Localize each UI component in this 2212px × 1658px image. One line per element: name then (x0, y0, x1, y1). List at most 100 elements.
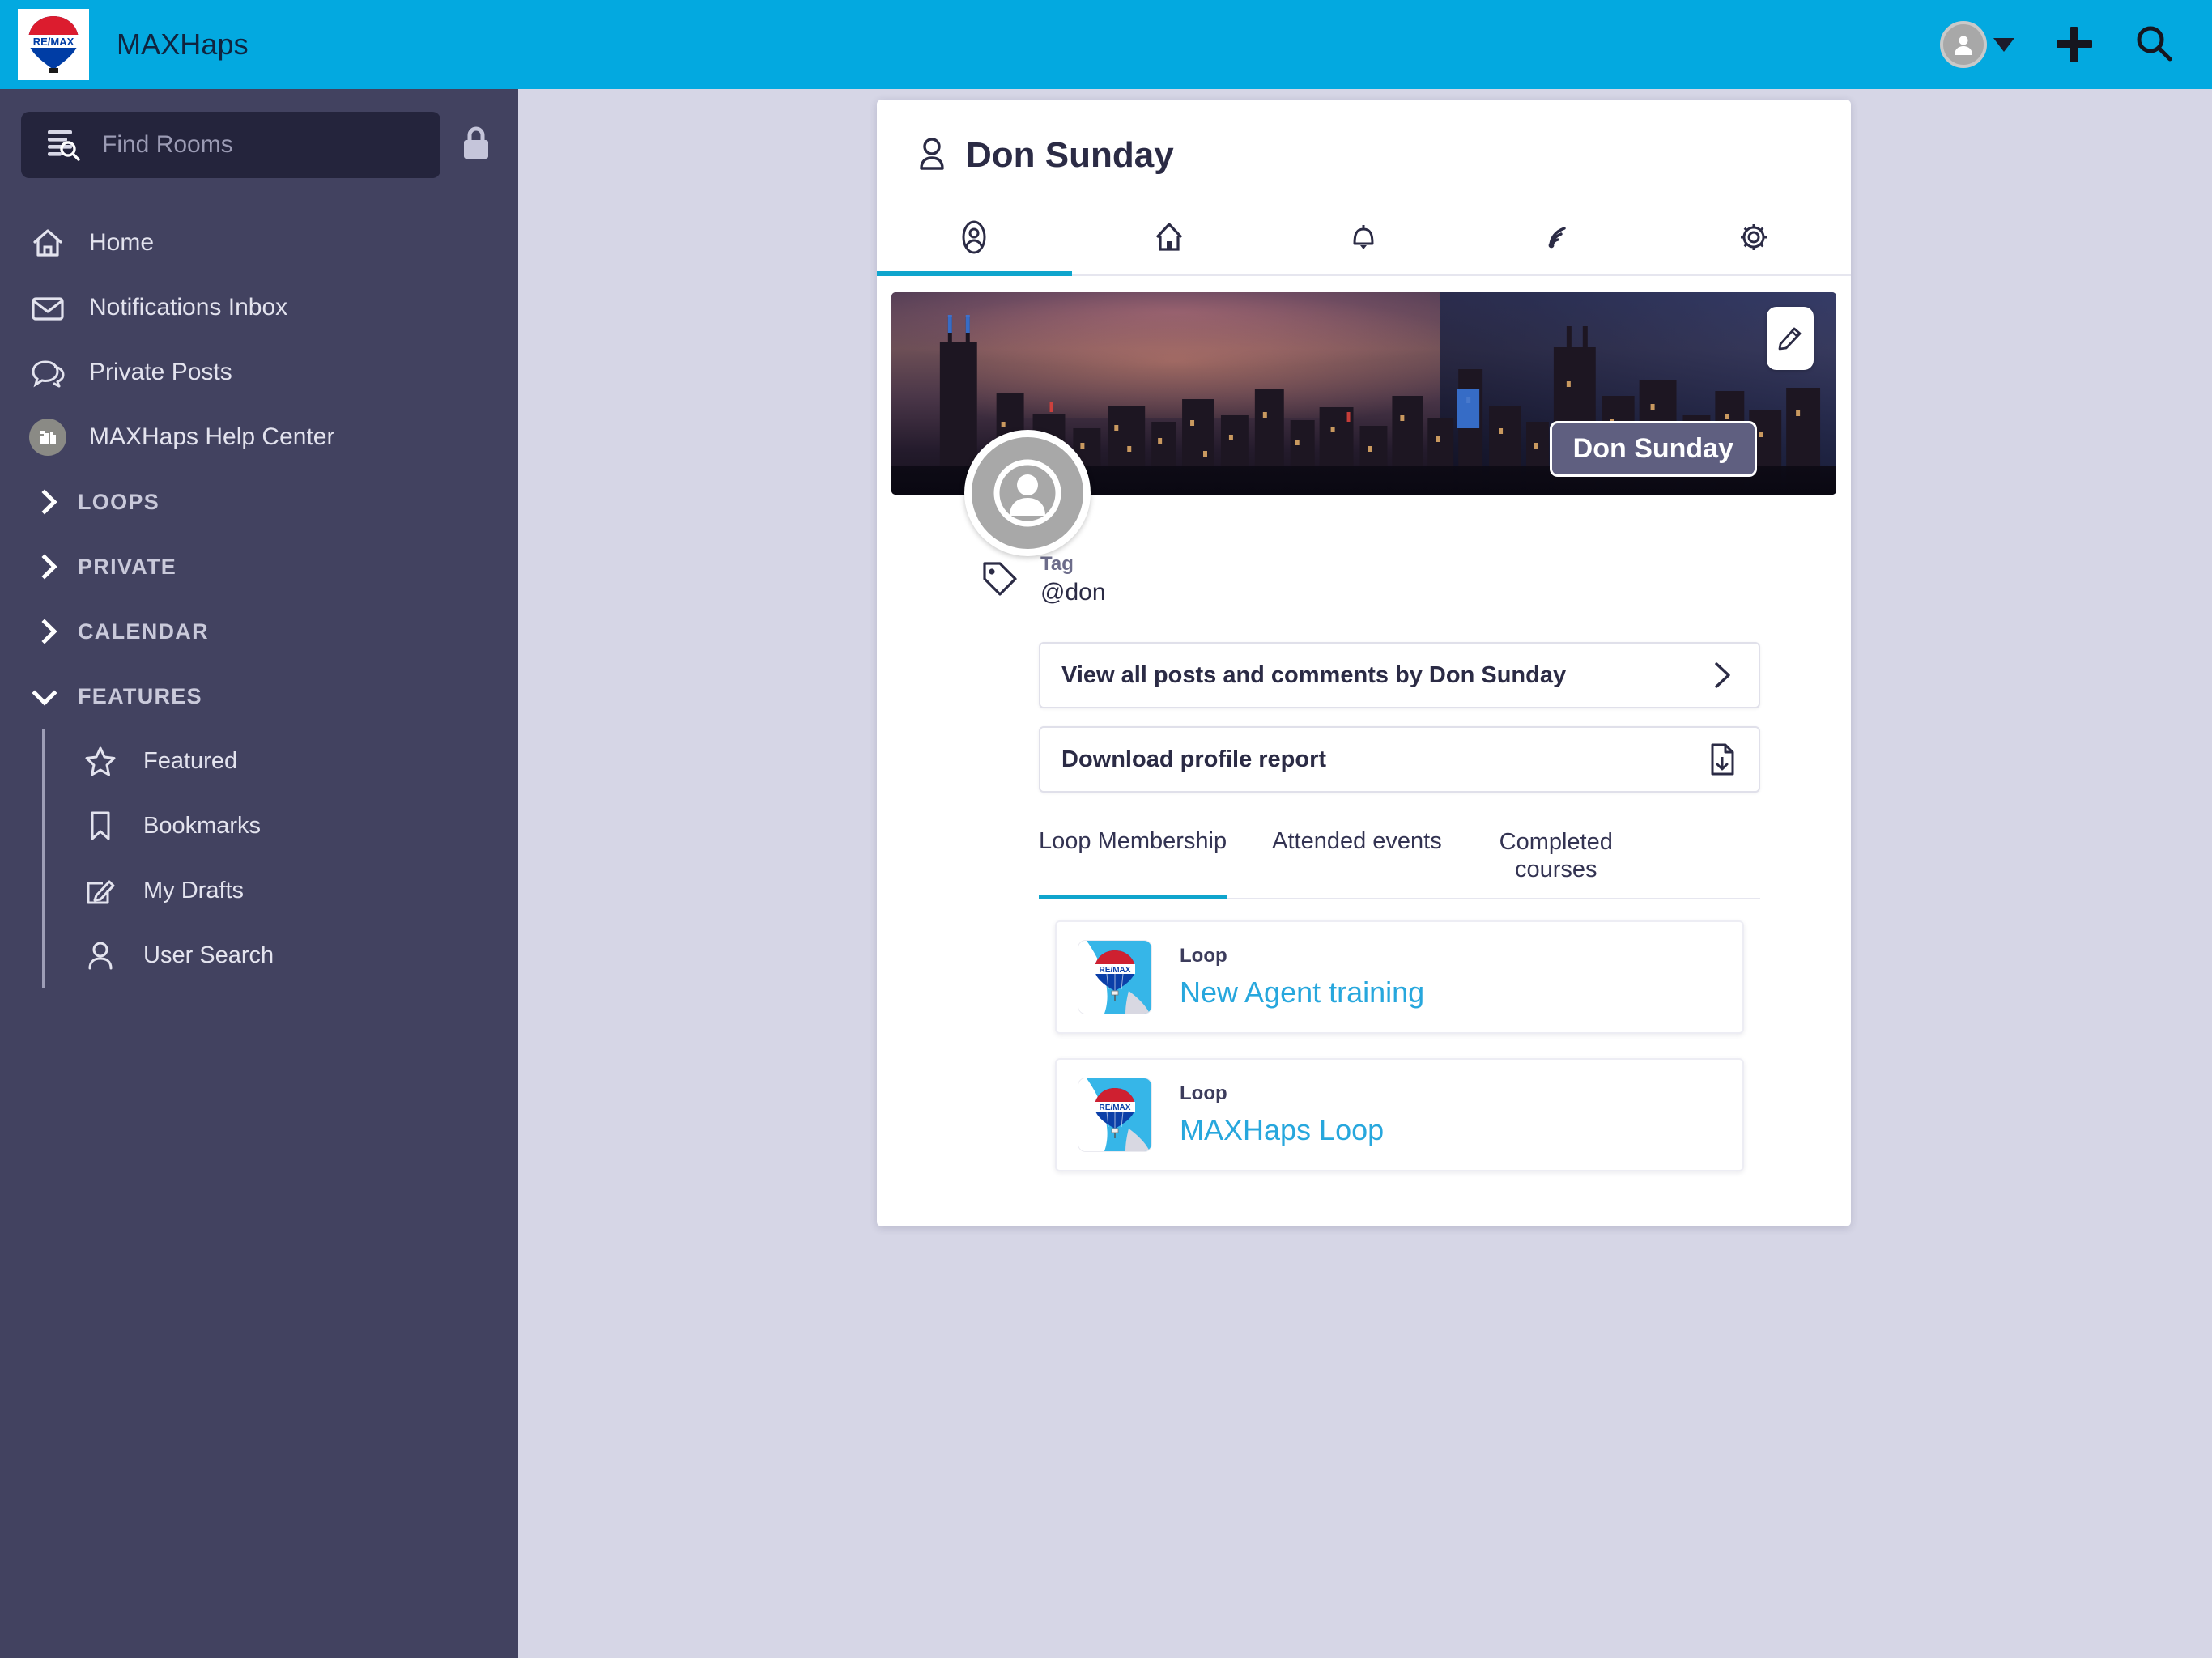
find-rooms-search-input[interactable]: Find Rooms (21, 112, 440, 178)
sidebar-item-label: Notifications Inbox (89, 294, 288, 321)
loop-kind-label: Loop (1180, 1082, 1227, 1105)
chevron-down-icon (32, 680, 57, 706)
bell-icon (1345, 219, 1382, 260)
user-avatar-placeholder-icon (993, 459, 1061, 527)
sidebar-item-label: My Drafts (143, 877, 245, 903)
sidebar-item-label: Home (89, 229, 155, 256)
top-app-bar: RE/MAX MAXHaps (0, 0, 2212, 89)
svg-text:RE/MAX: RE/MAX (33, 36, 74, 48)
caret-down-icon (1993, 37, 2014, 52)
sidebar-item-label: Bookmarks (143, 812, 262, 839)
sidebar-item-featured[interactable]: Featured (45, 729, 518, 793)
tab-notifications[interactable] (1266, 203, 1461, 274)
action-label: Download profile report (1061, 746, 1327, 772)
chat-bubbles-icon (29, 355, 66, 390)
sidebar: Find Rooms Home Notifications Inbox Priv… (0, 89, 518, 1658)
sidebar-group-features[interactable]: FEATURES (0, 664, 518, 729)
subtab-completed-courses[interactable]: Completed courses (1487, 820, 1625, 898)
tab-home[interactable] (1072, 203, 1267, 274)
lock-icon[interactable] (458, 124, 494, 167)
tab-profile[interactable] (877, 203, 1072, 276)
loop-name-link[interactable]: MAXHaps Loop (1180, 1113, 1384, 1147)
svg-text:RE/MAX: RE/MAX (1100, 1103, 1131, 1112)
account-menu-button[interactable] (1940, 21, 2014, 68)
bookmark-icon (82, 809, 119, 843)
profile-circle-icon (955, 219, 993, 260)
edit-square-icon (82, 874, 119, 908)
main-content-area: Don Sunday Don Sunday Tag @don View all … (518, 89, 2212, 1658)
remax-balloon-thumb: RE/MAX (1078, 940, 1152, 1015)
search-placeholder: Find Rooms (102, 131, 233, 158)
remax-balloon-logo[interactable]: RE/MAX (18, 9, 89, 80)
sidebar-group-label: CALENDAR (78, 619, 209, 644)
profile-avatar[interactable] (964, 430, 1091, 556)
chevron-right-icon (1708, 659, 1736, 691)
sidebar-features-submenu: Featured Bookmarks My Drafts User Search (42, 729, 518, 988)
sidebar-item-label: User Search (143, 942, 274, 968)
list-item[interactable]: RE/MAX Loop New Agent training (1055, 920, 1744, 1035)
topbar-actions (1940, 21, 2212, 68)
rss-feed-icon (1540, 219, 1577, 260)
sidebar-item-bookmarks[interactable]: Bookmarks (45, 793, 518, 858)
download-profile-report-button[interactable]: Download profile report (1039, 726, 1760, 793)
sidebar-group-label: PRIVATE (78, 554, 177, 579)
cover-photo-section: W Don Sunday (877, 276, 1851, 556)
sidebar-search-row: Find Rooms (0, 89, 518, 202)
gear-icon (1735, 219, 1772, 260)
home-icon (29, 225, 66, 261)
brand-title: MAXHaps (117, 28, 249, 61)
tab-settings[interactable] (1656, 203, 1851, 274)
remax-balloon-thumb: RE/MAX (1078, 1078, 1152, 1153)
star-icon (82, 744, 119, 778)
loop-kind-label: Loop (1180, 945, 1227, 967)
chevron-right-icon (32, 489, 57, 515)
tag-value: @don (1040, 579, 1106, 606)
list-search-icon (45, 125, 81, 165)
pencil-edit-icon (1776, 323, 1804, 355)
edit-cover-button[interactable] (1767, 307, 1814, 370)
sidebar-item-label: MAXHaps Help Center (89, 423, 335, 450)
sidebar-item-maxhaps-help-center[interactable]: MAXHaps Help Center (0, 405, 518, 470)
subtab-loop-membership[interactable]: Loop Membership (1039, 820, 1227, 900)
profile-card-header: Don Sunday (877, 100, 1851, 203)
sidebar-item-user-search[interactable]: User Search (45, 923, 518, 988)
sidebar-group-calendar[interactable]: CALENDAR (0, 599, 518, 664)
sidebar-item-notifications-inbox[interactable]: Notifications Inbox (0, 275, 518, 340)
loop-membership-list: RE/MAX Loop New Agent training RE/MAX Lo… (877, 899, 1851, 1172)
envelope-icon (29, 290, 66, 325)
sidebar-nav: Home Notifications Inbox Private Posts M… (0, 202, 518, 988)
file-download-icon (1708, 742, 1736, 776)
tab-feed[interactable] (1461, 203, 1657, 274)
search-icon[interactable] (2134, 23, 2173, 66)
tag-label: Tag (1040, 553, 1074, 575)
sidebar-group-private[interactable]: PRIVATE (0, 534, 518, 599)
page-title: Don Sunday (966, 135, 1174, 175)
person-icon (916, 136, 948, 176)
sidebar-item-my-drafts[interactable]: My Drafts (45, 858, 518, 923)
user-avatar-icon (1940, 21, 1987, 68)
profile-card: Don Sunday Don Sunday Tag @don View all … (877, 100, 1851, 1227)
tag-icon (981, 559, 1019, 602)
subtab-attended-events[interactable]: Attended events (1272, 820, 1442, 898)
chevron-right-icon (32, 554, 57, 580)
chevron-right-icon (32, 619, 57, 644)
person-icon (82, 938, 119, 972)
action-label: View all posts and comments by Don Sunda… (1061, 661, 1567, 688)
profile-tabs (877, 203, 1851, 276)
view-all-posts-button[interactable]: View all posts and comments by Don Sunda… (1039, 642, 1760, 708)
loop-name-link[interactable]: New Agent training (1180, 976, 1424, 1010)
sidebar-item-label: Featured (143, 747, 238, 774)
sidebar-item-private-posts[interactable]: Private Posts (0, 340, 518, 405)
books-library-icon (29, 419, 66, 456)
sidebar-item-label: Private Posts (89, 359, 232, 385)
sidebar-item-home[interactable]: Home (0, 210, 518, 275)
svg-text:RE/MAX: RE/MAX (1100, 966, 1131, 975)
sidebar-group-loops[interactable]: LOOPS (0, 470, 518, 534)
home-icon (1151, 219, 1188, 260)
cover-name-badge: Don Sunday (1549, 421, 1757, 477)
sidebar-group-label: FEATURES (78, 683, 202, 708)
profile-actions: View all posts and comments by Don Sunda… (877, 606, 1851, 793)
sidebar-group-label: LOOPS (78, 489, 160, 514)
list-item[interactable]: RE/MAX Loop MAXHaps Loop (1055, 1058, 1744, 1172)
plus-icon[interactable] (2057, 27, 2092, 62)
